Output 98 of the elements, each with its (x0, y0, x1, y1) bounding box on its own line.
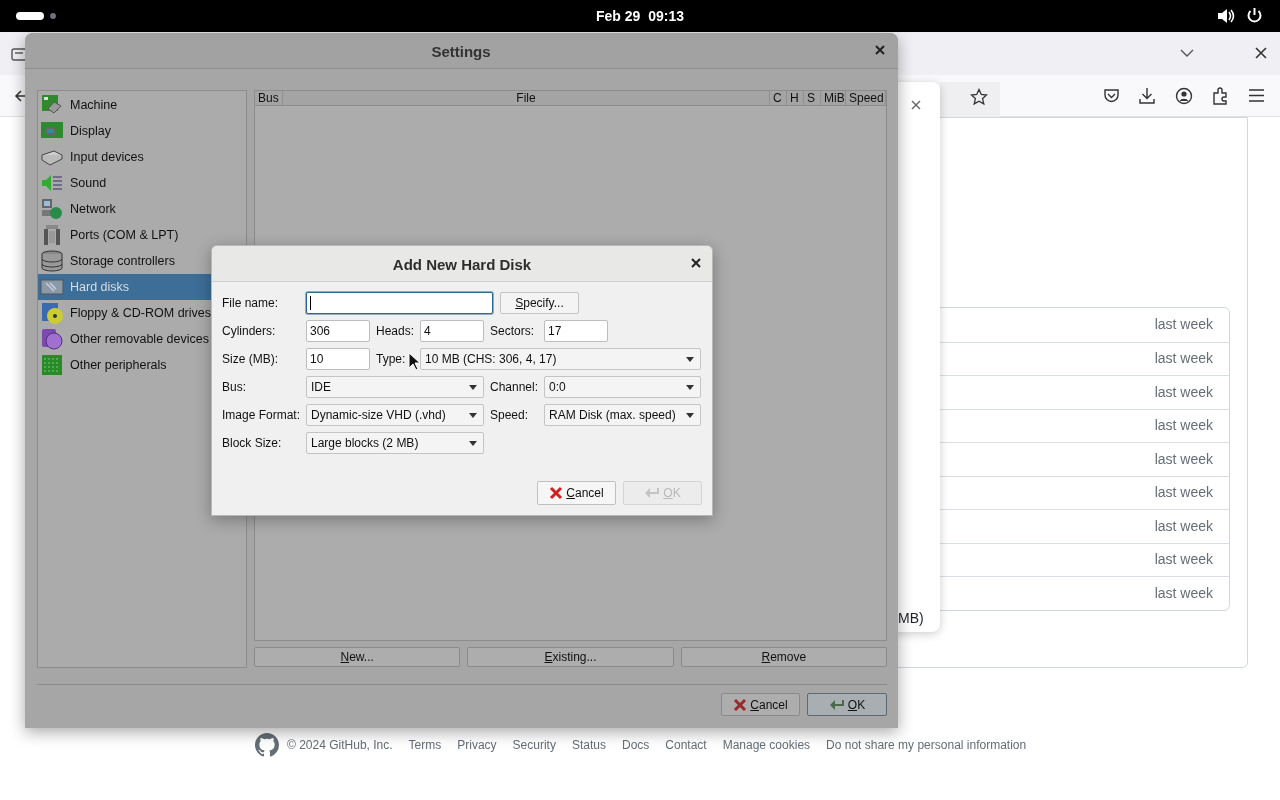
volume-icon[interactable] (1217, 8, 1235, 24)
dropdown[interactable]: Dynamic-size VHD (.vhd) (306, 404, 484, 426)
disk-button[interactable]: Existing... (467, 647, 674, 667)
close-icon[interactable] (1255, 47, 1267, 59)
field-label: Bus: (222, 379, 246, 396)
floppy-cd-icon (40, 301, 64, 325)
category-item[interactable]: Input devices (38, 144, 246, 170)
dropdown[interactable]: IDE (306, 376, 484, 398)
arrow-icon (828, 697, 845, 712)
workspace-indicator[interactable] (50, 13, 56, 19)
account-icon[interactable] (1175, 87, 1193, 105)
tab-list-icon[interactable] (11, 46, 27, 62)
url-bar[interactable] (940, 82, 1000, 117)
footer-link[interactable]: Do not share my personal information (826, 736, 1027, 754)
close-icon[interactable] (911, 100, 921, 110)
timestamp: last week (1154, 516, 1213, 536)
copyright-text: © 2024 GitHub, Inc. (287, 737, 393, 754)
clock[interactable]: Feb 29 09:13 (540, 6, 740, 27)
chevron-down-icon[interactable] (1180, 49, 1194, 58)
disk-button[interactable]: Remove (680, 647, 887, 667)
column-header[interactable]: Bus (255, 91, 283, 105)
power-icon[interactable] (1246, 7, 1263, 24)
footer-link[interactable]: Security (512, 736, 556, 754)
timestamp: last week (1154, 550, 1213, 570)
removable-drive-icon (40, 327, 64, 351)
timestamp: last week (1154, 449, 1213, 469)
column-header[interactable]: MiB (821, 91, 846, 105)
field-label: Heads: (376, 323, 415, 340)
disk-button[interactable]: New... (254, 647, 461, 667)
caret-icon (686, 412, 694, 418)
cancel-button[interactable]: Cancel (537, 481, 616, 505)
column-header[interactable]: C (770, 91, 787, 105)
category-item[interactable]: Sound (38, 170, 246, 196)
close-icon[interactable] (691, 258, 701, 268)
column-header[interactable]: S (804, 91, 821, 105)
ok-button[interactable]: OK (807, 693, 887, 716)
puzzle-icon[interactable] (1212, 87, 1229, 105)
caret-icon (469, 412, 477, 418)
menu-icon[interactable] (1249, 89, 1264, 102)
mouse-pointer-icon (408, 352, 420, 371)
footer-link[interactable]: Docs (621, 736, 650, 754)
dropdown[interactable]: 10 MB (CHS: 306, 4, 17) (420, 348, 701, 370)
arrow-icon (644, 486, 661, 500)
footer-link[interactable]: Terms (408, 736, 442, 754)
network-icon (40, 197, 64, 221)
footer-link[interactable]: Contact (665, 736, 707, 754)
category-item[interactable]: Display (38, 118, 246, 144)
pocket-icon[interactable] (1103, 88, 1120, 104)
field-label: Sectors: (490, 323, 534, 340)
workspace-indicator[interactable] (16, 12, 44, 20)
disk-stack-icon (40, 249, 64, 273)
field-label: Cylinders: (222, 323, 276, 340)
timestamp: last week (1154, 583, 1213, 603)
circuit-board-icon (40, 353, 64, 377)
dropdown[interactable]: 0:0 (544, 376, 701, 398)
footer-link[interactable]: Privacy (457, 736, 497, 754)
category-item[interactable]: Network (38, 196, 246, 222)
text-field[interactable]: 17 (544, 320, 608, 342)
timestamp: last week (1154, 483, 1213, 503)
caret-icon (686, 384, 694, 390)
timestamp: last week (1154, 382, 1213, 402)
timestamp: last week (1154, 349, 1213, 369)
star-icon[interactable] (970, 88, 988, 106)
dropdown[interactable]: Large blocks (2 MB) (306, 432, 484, 454)
text-field[interactable]: 4 (420, 320, 484, 342)
footer-link[interactable]: Manage cookies (722, 736, 811, 754)
text-field[interactable] (306, 292, 493, 314)
specify-button[interactable]: Specify... (500, 292, 579, 314)
field-label: Image Format: (222, 407, 301, 424)
close-icon[interactable] (875, 45, 885, 55)
popup-text: MB) (898, 609, 924, 628)
cancel-button[interactable]: Cancel (721, 693, 800, 716)
category-item[interactable]: Ports (COM & LPT) (38, 222, 246, 248)
text-field[interactable]: 10 (306, 348, 370, 370)
category-item[interactable]: Machine (38, 92, 246, 118)
x-icon (549, 486, 564, 500)
dialog-title: Add New Hard Disk (391, 255, 533, 275)
download-icon[interactable] (1139, 87, 1155, 104)
column-header[interactable]: Speed (846, 91, 886, 105)
footer-link[interactable]: Status (571, 736, 606, 754)
window-title: Settings (430, 42, 492, 62)
timestamp: last week (1154, 416, 1213, 436)
x-icon (733, 697, 748, 712)
field-label: Size (MB): (222, 351, 278, 368)
dropdown[interactable]: RAM Disk (max. speed) (544, 404, 701, 426)
github-logo-icon[interactable] (255, 733, 279, 757)
field-label: Channel: (490, 379, 539, 396)
timestamp: last week (1154, 315, 1213, 335)
back-arrow-icon[interactable] (14, 89, 28, 103)
column-header[interactable]: File (283, 91, 770, 105)
caret-icon (469, 384, 477, 390)
field-label: Block Size: (222, 435, 282, 452)
field-label: Speed: (490, 407, 529, 424)
column-header[interactable]: H (787, 91, 804, 105)
caret-icon (686, 356, 694, 362)
field-label: Type: (376, 351, 406, 368)
text-field[interactable]: 306 (306, 320, 370, 342)
caret-icon (469, 440, 477, 446)
